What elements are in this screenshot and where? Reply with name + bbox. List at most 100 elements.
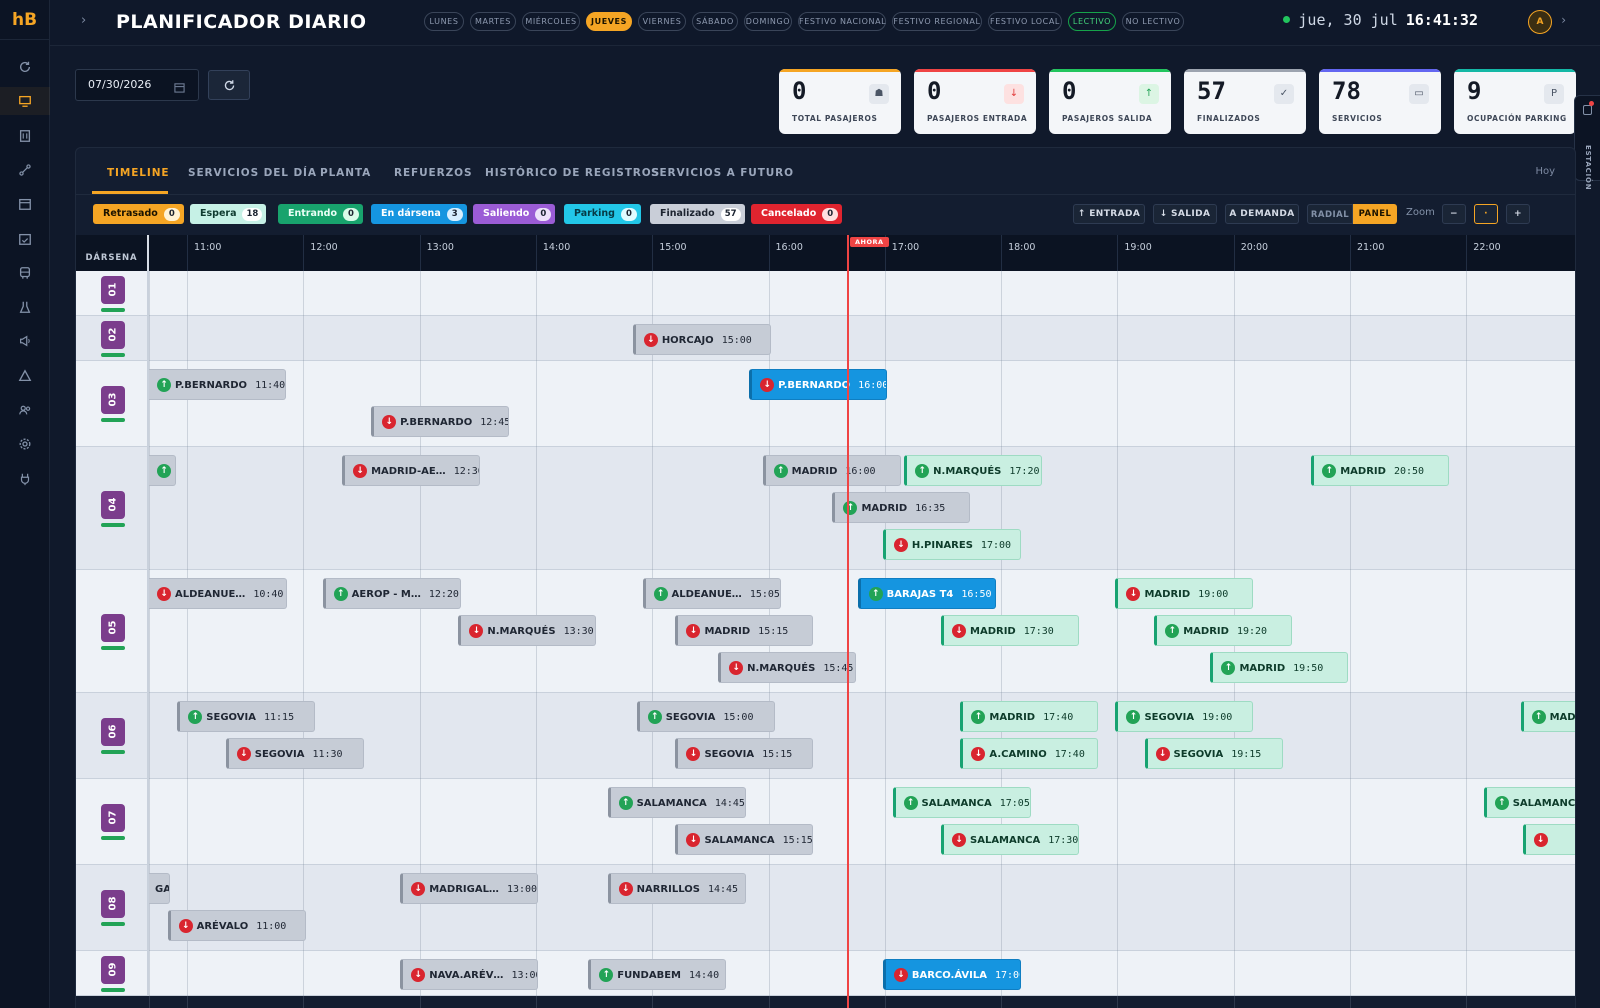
day-filter-chip[interactable]: DOMINGO: [744, 12, 792, 31]
station-side-tab[interactable]: ESTACIÓN: [1574, 95, 1600, 190]
service-card[interactable]: ↓ SALAMANCA 15:15: [675, 824, 814, 855]
entrada-button[interactable]: ↑ ENTRADA: [1073, 204, 1145, 224]
day-filter-chip[interactable]: MARTES: [470, 12, 516, 31]
service-card[interactable]: ↓BARCO.ÁVILA 17:00: [882, 959, 1021, 990]
zoom-reset-button[interactable]: ·: [1474, 204, 1498, 224]
service-card[interactable]: ↑MADRID10:40: [149, 455, 176, 486]
legend-chip[interactable]: En dársena 3: [371, 204, 467, 224]
legend-chip[interactable]: Finalizado 57: [650, 204, 745, 224]
dock-badge[interactable]: 06: [101, 718, 125, 746]
legend-chip[interactable]: Cancelado 0: [751, 204, 843, 224]
service-card[interactable]: ↑ N.MARQUÉS 17:20: [904, 455, 1043, 486]
service-card[interactable]: ↓ ARÉVALO 11:00: [167, 910, 306, 941]
plug-icon[interactable]: [0, 465, 50, 493]
service-card[interactable]: ↓ N.MARQUÉS 13:30: [458, 615, 597, 646]
calendar-icon[interactable]: [0, 190, 50, 218]
day-filter-chip[interactable]: MIÉRCOLES: [522, 12, 580, 31]
legend-chip[interactable]: Entrando 0: [278, 204, 363, 224]
service-card[interactable]: ↓ ALDEANUE… 10:40: [149, 578, 287, 609]
service-card[interactable]: ↑ MADRID 16:35: [832, 492, 971, 523]
tab-servicios-del-d-a[interactable]: SERVICIOS DEL DÍA: [188, 167, 317, 179]
service-card[interactable]: ↓ MADRID 15:15: [675, 615, 814, 646]
zoom-out-button[interactable]: −: [1442, 204, 1466, 224]
zoom-in-button[interactable]: +: [1506, 204, 1530, 224]
tab-planta[interactable]: PLANTA: [320, 167, 371, 179]
service-card[interactable]: ↑ SEGOVIA 15:00: [636, 701, 775, 732]
app-logo[interactable]: hB: [0, 0, 49, 40]
service-card[interactable]: ↑ MADRID 20:50: [1311, 455, 1450, 486]
service-card[interactable]: ↓ P.BERNARDO 12:45: [371, 406, 510, 437]
avatar[interactable]: A: [1528, 10, 1552, 34]
service-card[interactable]: ↑ SALAMANCA 14:45: [607, 787, 746, 818]
service-card[interactable]: ↓ SEGOVIA 19:15: [1144, 738, 1283, 769]
service-card[interactable]: ↑ MADRID 19:50: [1210, 652, 1349, 683]
service-card[interactable]: ↓NAVA.ARÉV… 13:00: [400, 959, 539, 990]
radial-view-toggle[interactable]: RADIAL: [1307, 204, 1353, 224]
dock-badge[interactable]: 02: [101, 320, 125, 349]
service-card[interactable]: ↑ MADRID 16:00: [762, 455, 901, 486]
chevron-right-icon[interactable]: ›: [1561, 13, 1566, 27]
service-card[interactable]: ↑MADRID22:30: [1520, 701, 1575, 732]
day-filter-chip[interactable]: VIERNES: [638, 12, 686, 31]
dock-badge[interactable]: 01: [101, 275, 125, 304]
service-card[interactable]: ↓ SALAMANCA 17:30: [941, 824, 1079, 855]
service-card[interactable]: ↑ SEGOVIA 11:15: [177, 701, 316, 732]
legend-chip[interactable]: Parking 0: [564, 204, 641, 224]
service-card[interactable]: ↑ SALAMANCA 17:05: [892, 787, 1031, 818]
service-card[interactable]: ↓ MADRID 19:00: [1115, 578, 1254, 609]
service-card[interactable]: ↑ BARAJAS T4 16:50: [857, 578, 996, 609]
service-card[interactable]: ↓ N.MARQUÉS 15:45: [718, 652, 857, 683]
service-card[interactable]: ↑ SEGOVIA 19:00: [1115, 701, 1254, 732]
users-icon[interactable]: [0, 396, 50, 424]
gear-icon[interactable]: [0, 430, 50, 458]
refresh-icon[interactable]: [0, 53, 50, 81]
service-card[interactable]: ↓ NARRILLOS 14:45: [607, 873, 746, 904]
service-card[interactable]: ↓ H.PINARES 17:00: [882, 529, 1021, 560]
service-card[interactable]: ↑ MADRID 19:20: [1154, 615, 1293, 646]
service-card[interactable]: ↓ P.BERNARDO 16:00: [749, 369, 888, 400]
day-filter-chip[interactable]: FESTIVO LOCAL: [988, 12, 1062, 31]
calendar-icon[interactable]: [174, 78, 185, 97]
dock-badge[interactable]: 04: [101, 490, 125, 519]
service-card[interactable]: ↓ MADRIGAL… 13:00: [400, 873, 539, 904]
flask-icon[interactable]: [0, 293, 50, 321]
monitor-icon[interactable]: [0, 87, 50, 116]
bus-icon[interactable]: [0, 259, 50, 287]
a-demanda-button[interactable]: A DEMANDA: [1225, 204, 1299, 224]
service-card[interactable]: ↓ SEGOVIA 11:30: [225, 738, 364, 769]
tab-timeline[interactable]: TIMELINE: [107, 167, 169, 179]
service-card[interactable]: ↑ P.BERNARDO 11:40: [149, 369, 287, 400]
calendar-check-icon[interactable]: [0, 225, 50, 253]
day-filter-chip[interactable]: FESTIVO REGIONAL: [892, 12, 982, 31]
route-icon[interactable]: [0, 156, 50, 184]
day-filter-chip[interactable]: LECTIVO: [1068, 12, 1116, 31]
megaphone-icon[interactable]: [0, 327, 50, 355]
service-card[interactable]: GAZOS10:20: [149, 873, 170, 904]
tab-refuerzos[interactable]: REFUERZOS: [394, 167, 472, 179]
service-card[interactable]: ↓MADRID-AE… 12:30: [342, 455, 481, 486]
dock-badge[interactable]: 07: [101, 804, 125, 832]
service-card[interactable]: ↓ MADRID 17:30: [941, 615, 1079, 646]
service-card[interactable]: ↑ MADRID 17:40: [960, 701, 1099, 732]
today-link[interactable]: Hoy: [1535, 166, 1555, 177]
tab-servicios-a-futuro[interactable]: SERVICIOS A FUTURO: [651, 167, 794, 179]
chevron-right-icon[interactable]: ›: [81, 13, 86, 28]
dock-badge[interactable]: 05: [101, 613, 125, 642]
service-card[interactable]: ↑ ALDEANUE… 15:05: [642, 578, 781, 609]
legend-chip[interactable]: Espera 18: [190, 204, 267, 224]
day-filter-chip[interactable]: JUEVES: [586, 12, 632, 31]
tab-hist-rico-de-registros[interactable]: HISTÓRICO DE REGISTROS: [485, 167, 660, 179]
dock-badge[interactable]: 03: [101, 386, 125, 414]
day-filter-chip[interactable]: SÁBADO: [692, 12, 738, 31]
dock-badge[interactable]: 09: [101, 955, 125, 984]
day-filter-chip[interactable]: LUNES: [424, 12, 464, 31]
day-filter-chip[interactable]: NO LECTIVO: [1122, 12, 1184, 31]
service-card[interactable]: ↑ AEROP - M… 12:20: [322, 578, 461, 609]
service-card[interactable]: ↑ FUNDABEM 14:40: [588, 959, 727, 990]
legend-chip[interactable]: Retrasado 0: [93, 204, 184, 224]
legend-chip[interactable]: Saliendo 0: [473, 204, 556, 224]
service-card[interactable]: ↓ A.CAMINO 17:40: [960, 738, 1099, 769]
day-filter-chip[interactable]: FESTIVO NACIONAL: [798, 12, 886, 31]
salida-button[interactable]: ↓ SALIDA: [1153, 204, 1217, 224]
service-card[interactable]: ↑SALAMANCA22:10: [1483, 787, 1575, 818]
